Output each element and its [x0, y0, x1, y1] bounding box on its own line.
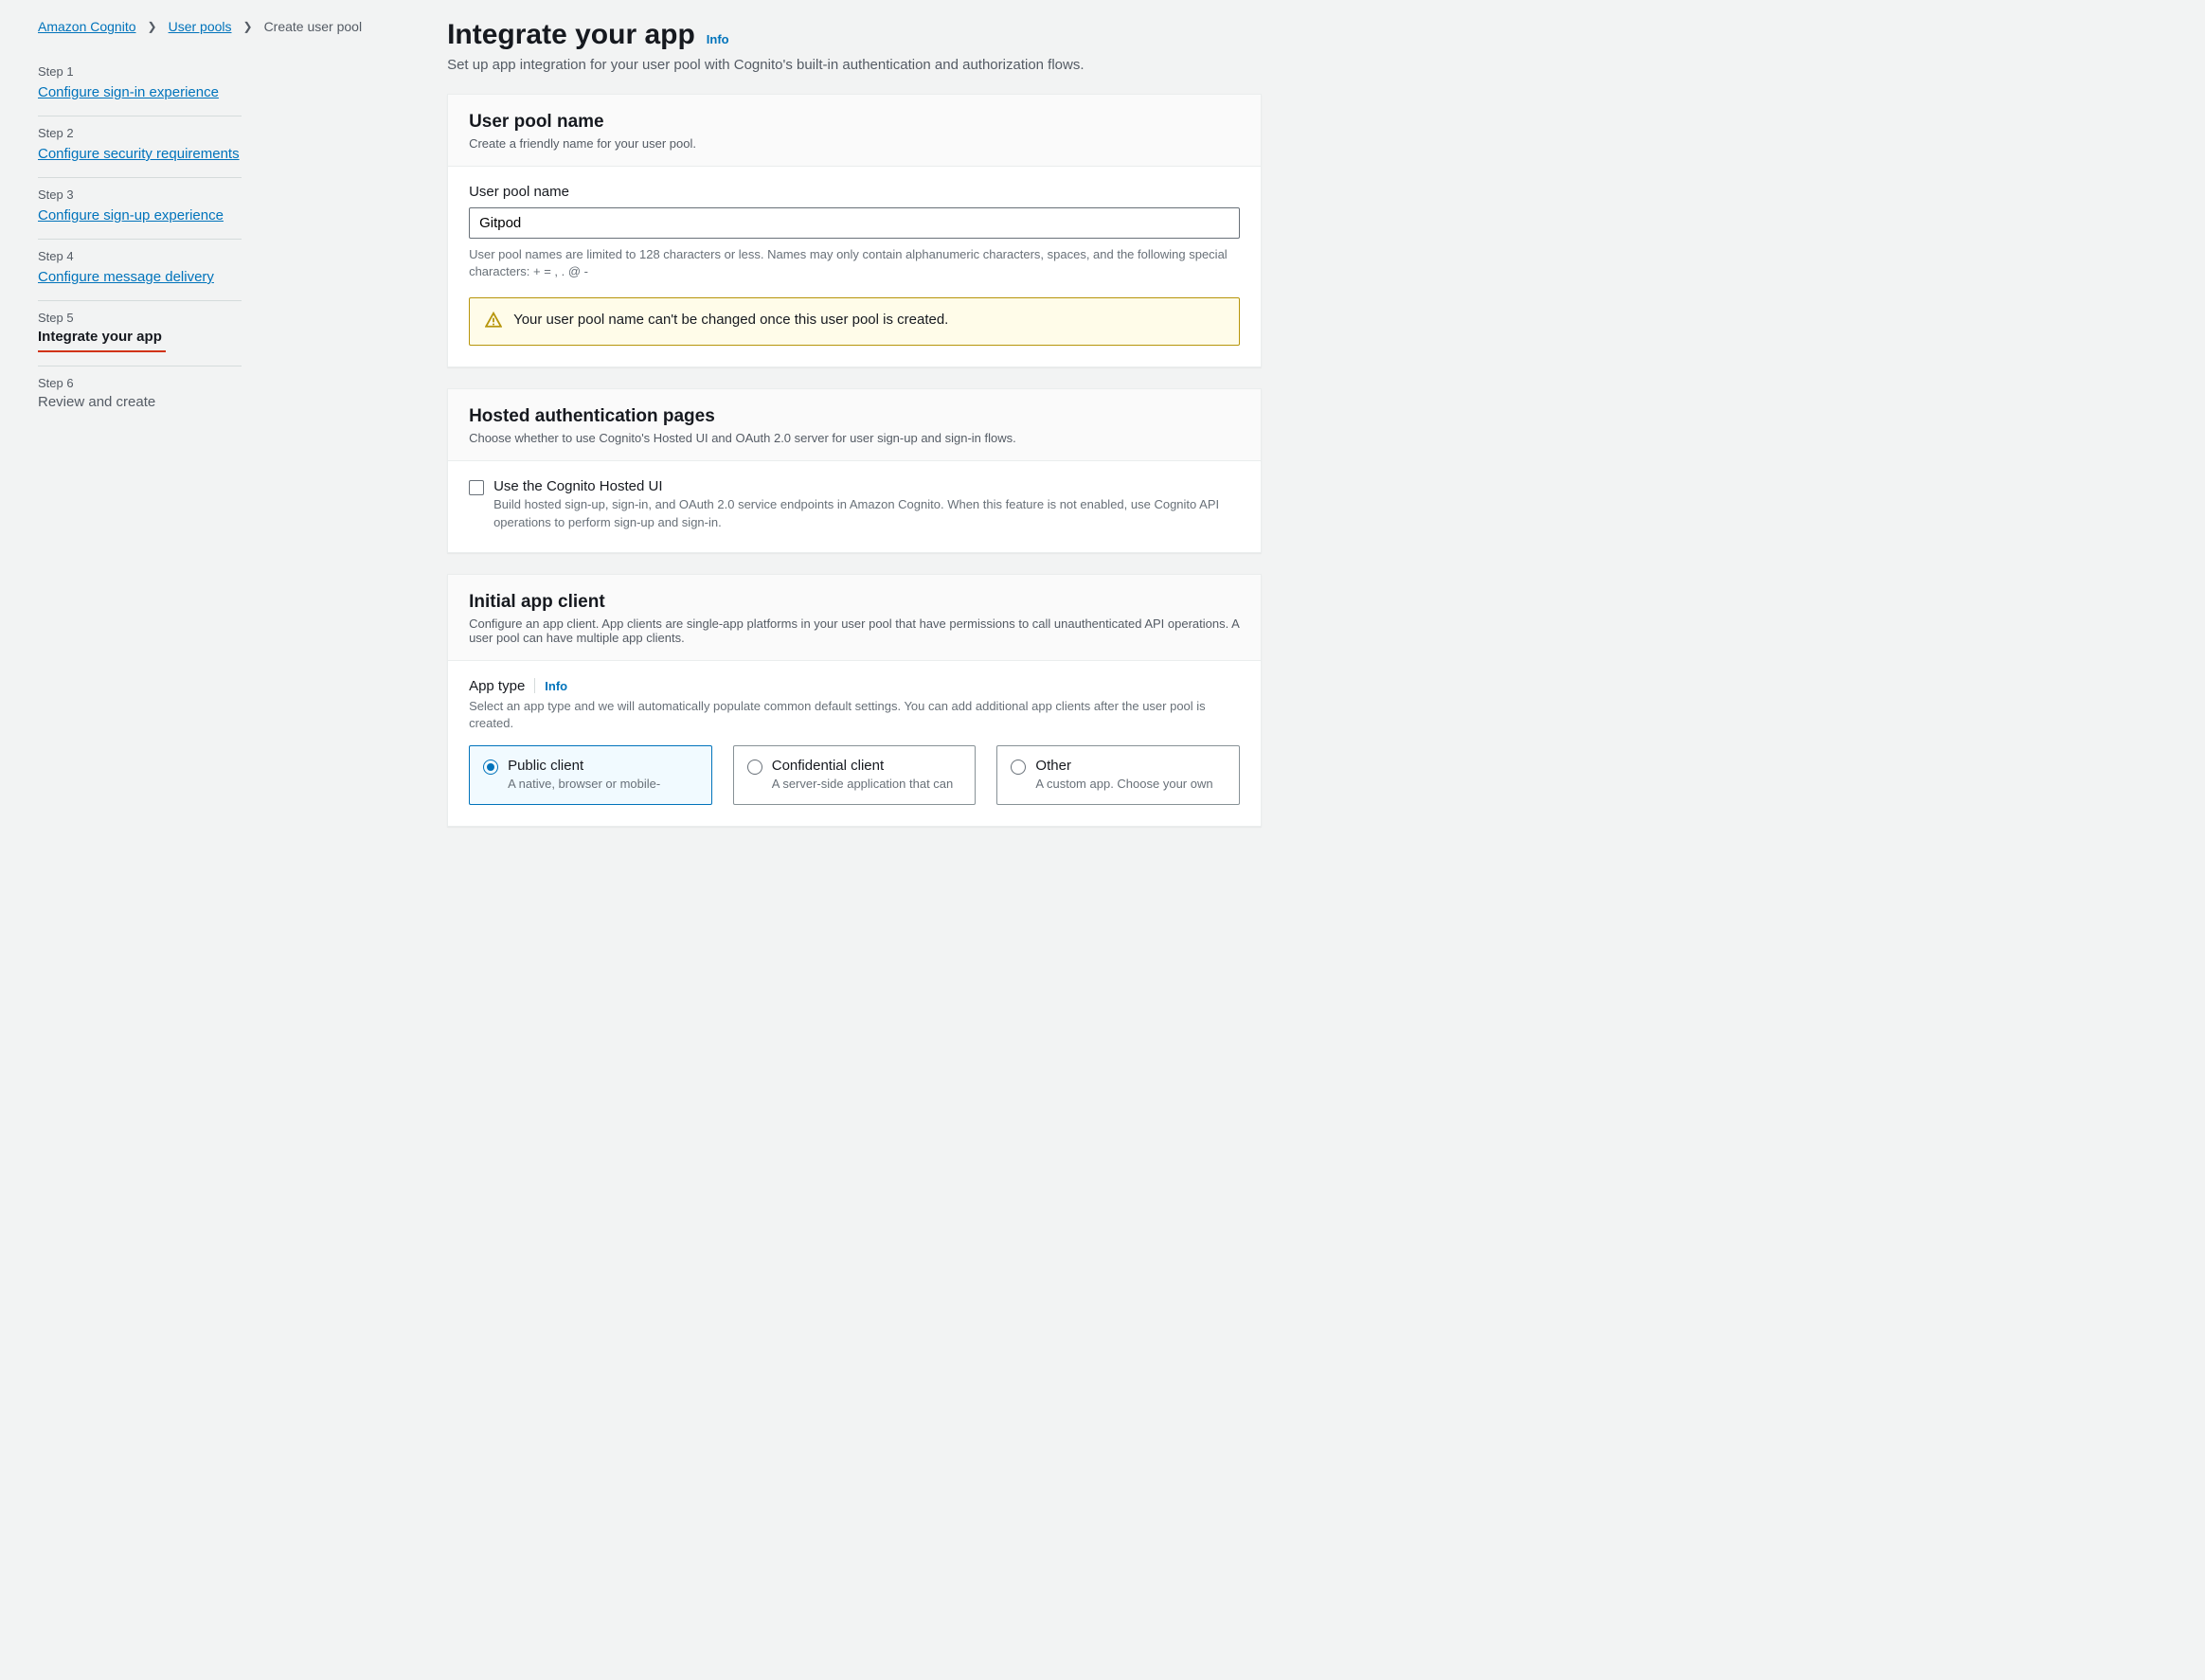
tile-title: Public client [508, 758, 660, 774]
panel-hosted-auth: Hosted authentication pages Choose wheth… [447, 388, 1262, 552]
panel-title: User pool name [469, 112, 1240, 133]
field-label-pool-name: User pool name [469, 184, 1240, 200]
step-number: Step 5 [38, 311, 242, 325]
panel-desc: Choose whether to use Cognito's Hosted U… [469, 431, 1240, 445]
user-pool-name-input[interactable] [469, 207, 1240, 239]
tile-other[interactable]: Other A custom app. Choose your own [996, 745, 1240, 805]
app-type-tiles: Public client A native, browser or mobil… [469, 745, 1240, 805]
panel-app-client: Initial app client Configure an app clie… [447, 574, 1262, 827]
tile-desc: A native, browser or mobile- [508, 776, 660, 793]
breadcrumb: Amazon Cognito ❯ User pools ❯ Create use… [38, 19, 362, 34]
info-link[interactable]: Info [545, 679, 567, 693]
panel-title: Initial app client [469, 592, 1240, 613]
step-1: Step 1 Configure sign-in experience [38, 55, 242, 116]
step-number: Step 1 [38, 64, 242, 79]
annotation-underline [38, 350, 166, 352]
warning-box: Your user pool name can't be changed onc… [469, 297, 1240, 346]
step-5: Step 5 Integrate your app [38, 301, 242, 366]
chevron-right-icon: ❯ [148, 20, 157, 33]
tile-title: Other [1035, 758, 1212, 774]
radio-icon [483, 760, 498, 775]
radio-icon [747, 760, 762, 775]
app-type-hint: Select an app type and we will automatic… [469, 698, 1240, 732]
step-number: Step 2 [38, 126, 242, 140]
panel-user-pool-name: User pool name Create a friendly name fo… [447, 94, 1262, 367]
step-number: Step 3 [38, 188, 242, 202]
step-6: Step 6 Review and create [38, 366, 242, 423]
step-current-integrate: Integrate your app [38, 329, 162, 345]
step-number: Step 6 [38, 376, 242, 390]
step-3: Step 3 Configure sign-up experience [38, 178, 242, 240]
tile-title: Confidential client [772, 758, 954, 774]
page-title: Integrate your app [447, 19, 695, 51]
checkbox-label: Use the Cognito Hosted UI [493, 478, 1240, 494]
step-number: Step 4 [38, 249, 242, 263]
panel-title: Hosted authentication pages [469, 406, 1240, 427]
breadcrumb-current: Create user pool [264, 19, 363, 34]
panel-desc: Create a friendly name for your user poo… [469, 136, 1240, 151]
tile-public-client[interactable]: Public client A native, browser or mobil… [469, 745, 712, 805]
warning-icon [485, 312, 502, 331]
warning-text: Your user pool name can't be changed onc… [513, 312, 948, 328]
divider [534, 678, 535, 693]
step-link-security[interactable]: Configure security requirements [38, 144, 240, 164]
step-link-signin[interactable]: Configure sign-in experience [38, 82, 219, 102]
info-link[interactable]: Info [707, 32, 729, 46]
field-hint: User pool names are limited to 128 chara… [469, 246, 1240, 280]
page-subtitle: Set up app integration for your user poo… [447, 57, 1262, 73]
step-2: Step 2 Configure security requirements [38, 116, 242, 178]
step-disabled-review: Review and create [38, 394, 155, 410]
tile-desc: A server-side application that can [772, 776, 954, 793]
panel-desc: Configure an app client. App clients are… [469, 617, 1240, 645]
hosted-ui-checkbox[interactable] [469, 480, 484, 495]
step-4: Step 4 Configure message delivery [38, 240, 242, 301]
step-link-signup[interactable]: Configure sign-up experience [38, 206, 224, 225]
radio-icon [1011, 760, 1026, 775]
step-link-message[interactable]: Configure message delivery [38, 267, 214, 287]
breadcrumb-parent[interactable]: User pools [169, 19, 232, 34]
tile-desc: A custom app. Choose your own [1035, 776, 1212, 793]
tile-confidential-client[interactable]: Confidential client A server-side applic… [733, 745, 977, 805]
wizard-steps: Step 1 Configure sign-in experience Step… [38, 55, 242, 423]
chevron-right-icon: ❯ [243, 20, 253, 33]
app-type-label: App type [469, 678, 525, 694]
checkbox-desc: Build hosted sign-up, sign-in, and OAuth… [493, 496, 1240, 530]
breadcrumb-root[interactable]: Amazon Cognito [38, 19, 136, 34]
main-content: Integrate your app Info Set up app integ… [447, 19, 1262, 848]
